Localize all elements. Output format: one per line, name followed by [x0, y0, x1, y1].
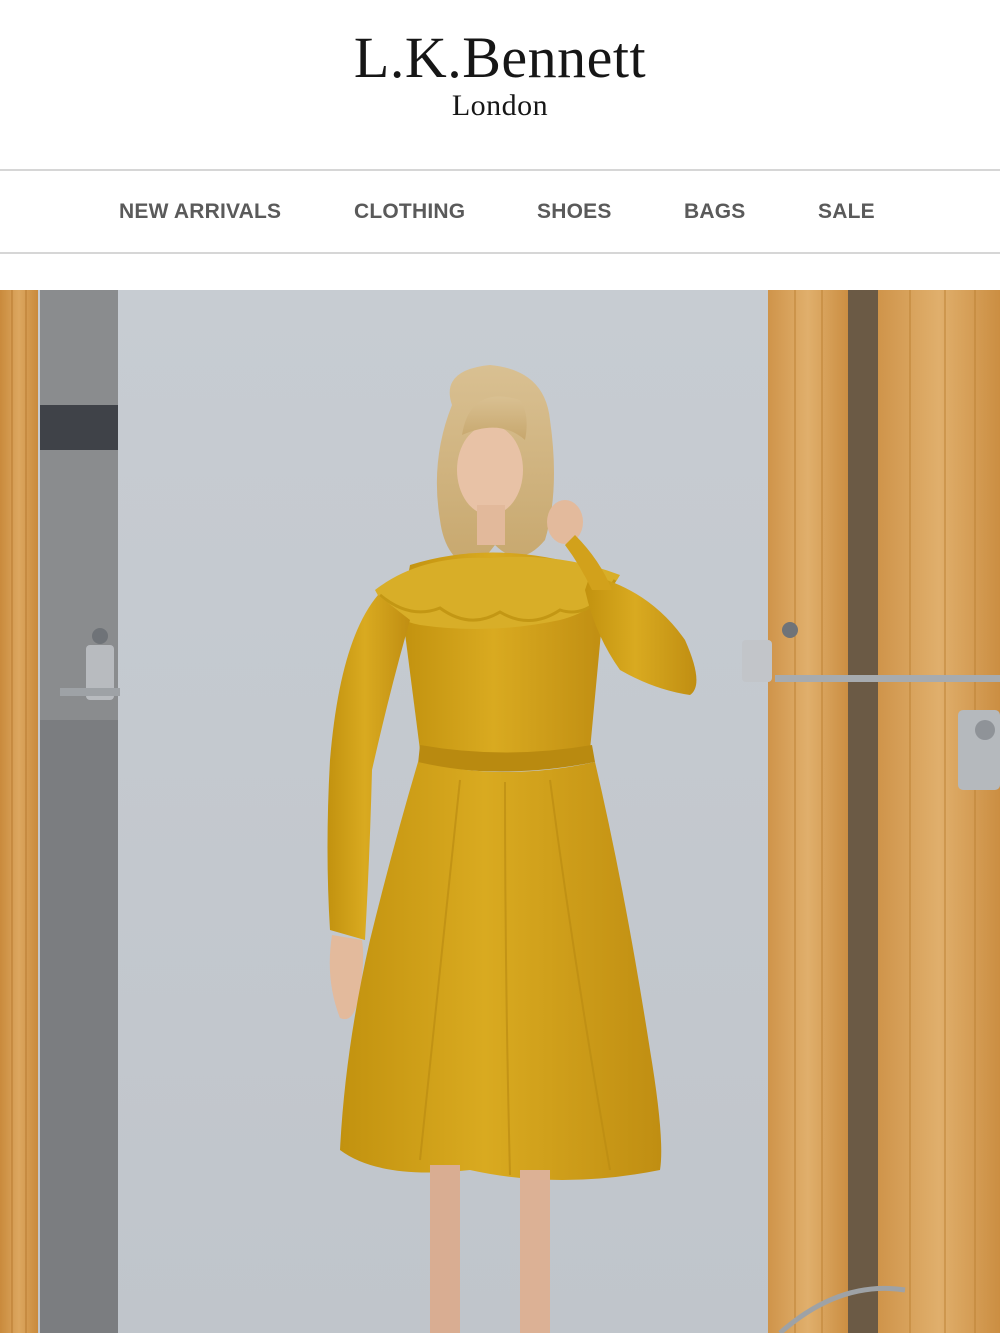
email-header: L.K.Bennett London [0, 0, 1000, 168]
nav-item-sale[interactable]: SALE [818, 199, 875, 225]
nav-item-clothing[interactable]: CLOTHING [354, 199, 465, 225]
nav-bottom-divider [0, 252, 1000, 254]
nav-item-new-arrivals[interactable]: NEW ARRIVALS [119, 199, 281, 225]
hero-image[interactable] [0, 290, 1000, 1333]
brand-location: London [451, 89, 549, 122]
main-navigation: NEW ARRIVALS CLOTHING SHOES BAGS SALE [0, 172, 1000, 252]
nav-item-shoes[interactable]: SHOES [537, 199, 612, 225]
hero-photo-illustration [0, 290, 1000, 1333]
brand-logo[interactable]: L.K.Bennett [0, 26, 1000, 90]
nav-item-bags[interactable]: BAGS [684, 199, 745, 225]
nav-top-divider [0, 169, 1000, 171]
